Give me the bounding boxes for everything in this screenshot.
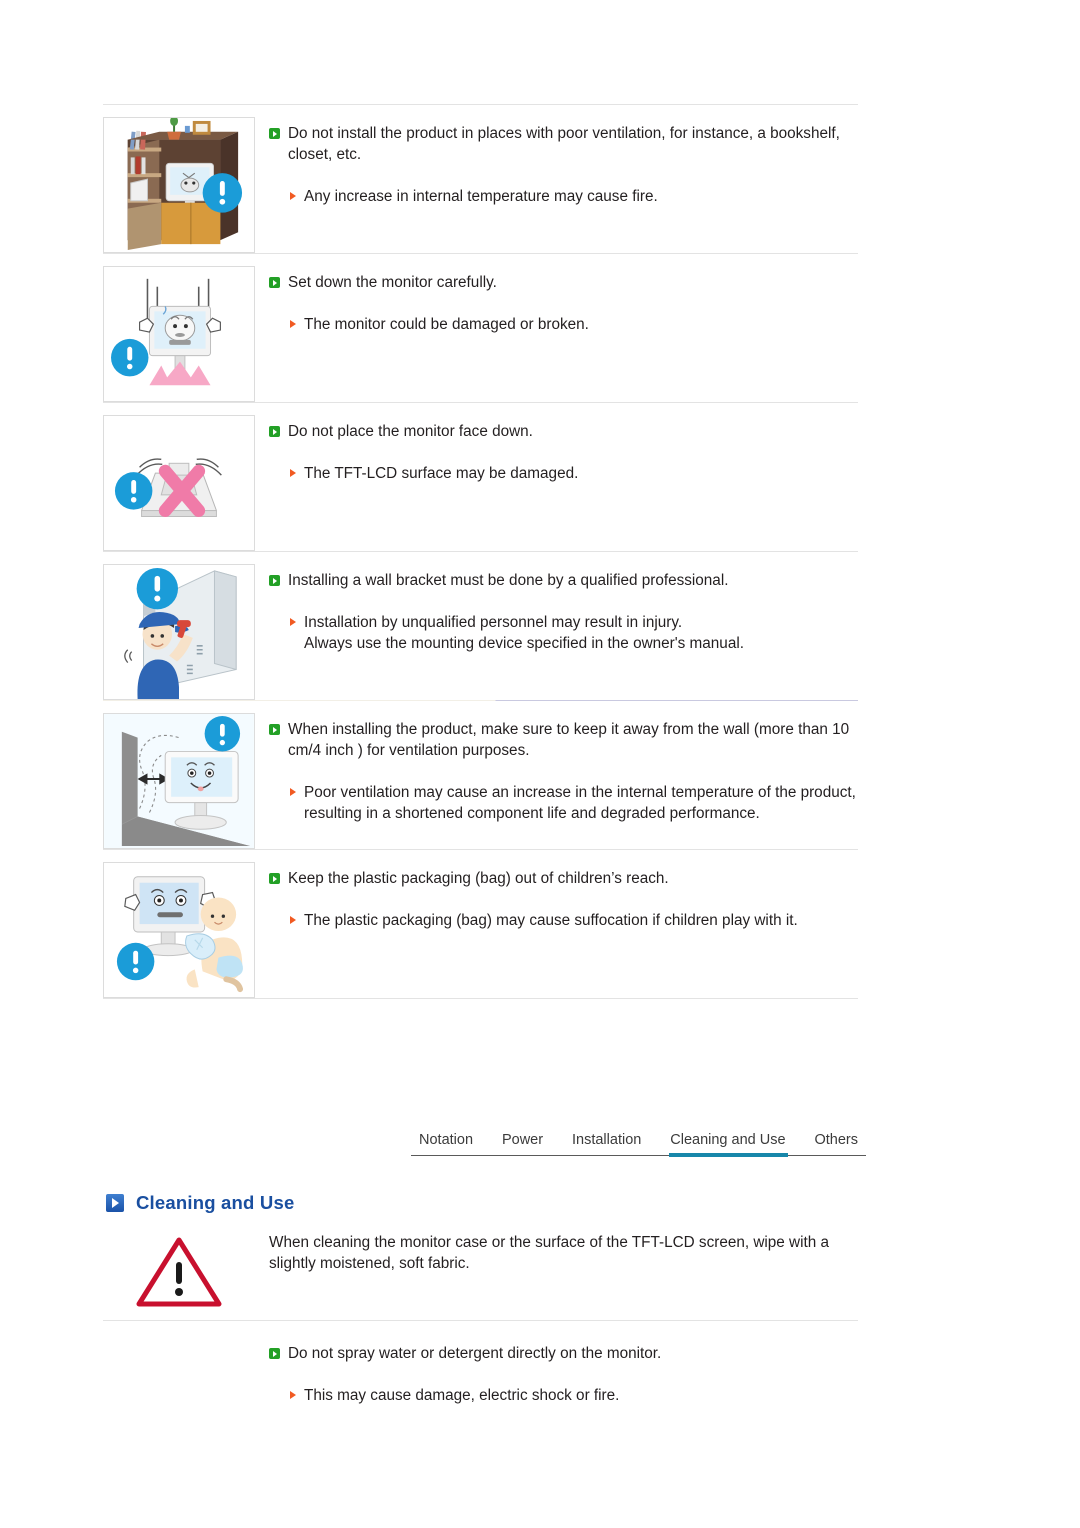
bookshelf-monitor-caution-illustration: [103, 117, 255, 253]
safety-main-text: When installing the product, make sure t…: [288, 721, 850, 759]
safety-text-wall-distance: When installing the product, make sure t…: [255, 711, 858, 824]
tab-others[interactable]: Others: [812, 1132, 860, 1148]
orange-triangle-bullet-icon: [290, 469, 296, 477]
orange-triangle-bullet-icon: [290, 1391, 296, 1399]
green-square-bullet-icon: [269, 128, 280, 139]
wall-bracket-installer-caution-illustration: [103, 564, 255, 700]
bullet-main: Do not place the monitor face down.: [269, 421, 858, 442]
safety-main-text: Do not place the monitor face down.: [288, 423, 533, 440]
cleaning-block: When cleaning the monitor case or the su…: [103, 1228, 858, 1406]
blue-play-square-icon: [106, 1194, 124, 1212]
safety-sub-text: Any increase in internal temperature may…: [304, 188, 658, 205]
safety-sub-text: Poor ventilation may cause an increase i…: [304, 784, 856, 822]
active-tab-underline: [669, 1153, 788, 1157]
safety-text-ventilation: Do not install the product in places wit…: [255, 115, 858, 207]
green-square-bullet-icon: [269, 426, 280, 437]
tab-installation[interactable]: Installation: [570, 1132, 643, 1148]
monitor-wall-distance-caution-illustration: [103, 713, 255, 849]
green-square-bullet-icon: [269, 1348, 280, 1359]
safety-sub-text: Installation by unqualified personnel ma…: [304, 614, 744, 652]
orange-triangle-bullet-icon: [290, 788, 296, 796]
bullet-sub: Any increase in internal temperature may…: [269, 186, 858, 207]
green-square-bullet-icon: [269, 873, 280, 884]
orange-triangle-bullet-icon: [290, 916, 296, 924]
safety-row-set-down: Set down the monitor carefully. The moni…: [103, 254, 858, 402]
baby-plastic-bag-caution-illustration: [103, 862, 255, 998]
cleaning-main-text: Do not spray water or detergent directly…: [288, 1345, 662, 1362]
section-tabs: Notation Power Installation Cleaning and…: [411, 1132, 866, 1157]
manual-page: Do not install the product in places wit…: [0, 0, 1080, 1528]
tab-cleaning-and-use[interactable]: Cleaning and Use: [668, 1132, 787, 1148]
safety-sub-text: The TFT-LCD surface may be damaged.: [304, 465, 579, 482]
bullet-sub: This may cause damage, electric shock or…: [269, 1385, 858, 1406]
tab-list: Notation Power Installation Cleaning and…: [411, 1132, 866, 1155]
orange-triangle-bullet-icon: [290, 618, 296, 626]
cleaning-note-text: When cleaning the monitor case or the su…: [269, 1234, 830, 1272]
safety-sub-text: The monitor could be damaged or broken.: [304, 316, 589, 333]
safety-rows: Do not install the product in places wit…: [103, 104, 858, 999]
safety-text-face-down: Do not place the monitor face down. The …: [255, 413, 858, 484]
safety-text-set-down: Set down the monitor carefully. The moni…: [255, 264, 858, 335]
safety-row-wall-bracket: Installing a wall bracket must be done b…: [103, 552, 858, 700]
bullet-main: When installing the product, make sure t…: [269, 719, 858, 761]
safety-sub-text: The plastic packaging (bag) may cause su…: [304, 912, 798, 929]
bullet-sub: The plastic packaging (bag) may cause su…: [269, 910, 858, 931]
monitor-face-down-x-caution-illustration: [103, 415, 255, 551]
safety-text-plastic-bag: Keep the plastic packaging (bag) out of …: [255, 860, 858, 931]
safety-row-ventilation: Do not install the product in places wit…: [103, 105, 858, 253]
tab-notation[interactable]: Notation: [417, 1132, 475, 1148]
cleaning-sub-text: This may cause damage, electric shock or…: [304, 1387, 620, 1404]
bullet-sub: Installation by unqualified personnel ma…: [269, 612, 858, 654]
bullet-main: Keep the plastic packaging (bag) out of …: [269, 868, 858, 889]
bullet-main: Set down the monitor carefully.: [269, 272, 858, 293]
safety-row-plastic-bag: Keep the plastic packaging (bag) out of …: [103, 850, 858, 998]
monitor-set-down-caution-illustration: [103, 266, 255, 402]
tab-baseline: [411, 1153, 866, 1157]
safety-main-text: Installing a wall bracket must be done b…: [288, 572, 729, 589]
bullet-sub: Poor ventilation may cause an increase i…: [269, 782, 858, 824]
bullet-main: Do not spray water or detergent directly…: [269, 1343, 858, 1364]
section-heading-label: Cleaning and Use: [136, 1192, 295, 1213]
orange-triangle-bullet-icon: [290, 320, 296, 328]
tab-power[interactable]: Power: [500, 1132, 545, 1148]
section-heading: Cleaning and Use: [106, 1192, 294, 1214]
bullet-sub: The monitor could be damaged or broken.: [269, 314, 858, 335]
green-square-bullet-icon: [269, 724, 280, 735]
safety-row-wall-distance: When installing the product, make sure t…: [103, 701, 858, 849]
safety-main-text: Set down the monitor carefully.: [288, 274, 497, 291]
safety-row-face-down: Do not place the monitor face down. The …: [103, 403, 858, 551]
green-square-bullet-icon: [269, 575, 280, 586]
safety-text-wall-bracket: Installing a wall bracket must be done b…: [255, 562, 858, 654]
bullet-main: Installing a wall bracket must be done b…: [269, 570, 858, 591]
bullet-sub: The TFT-LCD surface may be damaged.: [269, 463, 858, 484]
orange-triangle-bullet-icon: [290, 192, 296, 200]
safety-main-text: Do not install the product in places wit…: [288, 125, 840, 163]
divider-6: [103, 998, 858, 999]
safety-main-text: Keep the plastic packaging (bag) out of …: [288, 870, 669, 887]
bullet-main: Do not install the product in places wit…: [269, 123, 858, 165]
cleaning-note-row: When cleaning the monitor case or the su…: [103, 1228, 858, 1308]
green-square-bullet-icon: [269, 277, 280, 288]
warning-triangle-icon: [103, 1234, 255, 1308]
cleaning-bullets: Do not spray water or detergent directly…: [103, 1321, 858, 1406]
